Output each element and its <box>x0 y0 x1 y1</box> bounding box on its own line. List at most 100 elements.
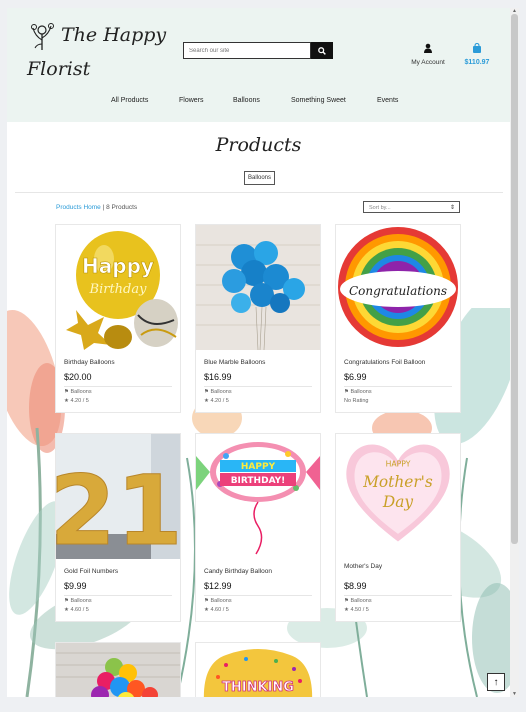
image-text-congratulations: Congratulations <box>349 284 447 298</box>
product-name[interactable]: Gold Foil Numbers <box>64 568 118 575</box>
scrollbar-thumb[interactable] <box>511 14 518 544</box>
product-price: $8.99 <box>344 581 367 591</box>
product-category-label: Balloons <box>70 598 92 604</box>
product-name[interactable]: Congratulations Foil Balloon <box>344 359 425 366</box>
product-category-label: Balloons <box>210 598 232 604</box>
product-price: $6.99 <box>344 372 367 382</box>
image-text-candy-birthday: BIRTHDAY! <box>231 476 286 486</box>
image-text-md-happy: HAPPY <box>386 460 411 469</box>
main-navigation: All Products Flowers Balloons Something … <box>7 97 510 109</box>
image-text-happy: Happy <box>82 254 154 278</box>
nav-flowers[interactable]: Flowers <box>179 97 204 104</box>
product-card[interactable]: Blue Marble Balloons $16.99 ⚑ Balloons ★… <box>195 224 321 413</box>
search-input[interactable] <box>183 42 311 59</box>
image-text-birthday: Birthday <box>89 282 148 297</box>
product-rating-value: 4.50 / 5 <box>350 607 369 613</box>
product-rating-value: 4.20 / 5 <box>210 398 229 404</box>
product-image[interactable]: Happy Birthday <box>56 225 180 350</box>
breadcrumb: Products Home | 8 Products <box>56 204 137 211</box>
product-category[interactable]: ⚑ Balloons <box>204 598 232 604</box>
nav-events[interactable]: Events <box>377 97 398 104</box>
nav-something-sweet[interactable]: Something Sweet <box>291 97 346 104</box>
user-icon <box>424 43 432 53</box>
shopping-bag-icon <box>473 42 481 53</box>
product-image[interactable]: Congratulations <box>336 225 460 350</box>
scroll-down-arrow-icon[interactable]: ▼ <box>511 691 518 697</box>
product-card[interactable]: THINKING <box>195 642 321 697</box>
product-image[interactable]: THINKING <box>196 643 320 697</box>
product-rating: ★ 4.60 / 5 <box>204 607 229 613</box>
card-divider <box>64 595 172 596</box>
product-category-label: Balloons <box>350 389 372 395</box>
image-text-candy-happy: HAPPY <box>241 462 276 472</box>
arrow-up-icon: ↑ <box>493 677 499 688</box>
search-button[interactable] <box>311 42 333 59</box>
product-card[interactable]: Happy Birthday Birthday Balloons $20.00 … <box>55 224 181 413</box>
flower-logo-icon <box>31 23 54 50</box>
search-form <box>183 42 333 59</box>
browser-viewport: The Happy Florist My Account <box>7 8 510 697</box>
product-card[interactable] <box>55 642 181 697</box>
card-divider <box>344 595 452 596</box>
sort-select[interactable]: Sort by... ⇕ <box>363 201 460 213</box>
card-divider <box>344 386 452 387</box>
sort-selected-value: Sort by... <box>369 205 391 211</box>
product-rating-value: 4.60 / 5 <box>70 607 89 613</box>
product-image[interactable]: HAPPY BIRTHDAY! <box>196 434 320 559</box>
product-name[interactable]: Candy Birthday Balloon <box>204 568 272 575</box>
product-price: $16.99 <box>204 372 232 382</box>
product-price: $9.99 <box>64 581 87 591</box>
product-rating: No Rating <box>344 398 368 404</box>
brand-name-line1: The Happy <box>61 24 167 46</box>
my-account-link[interactable]: My Account <box>403 40 453 66</box>
product-image[interactable]: HAPPY Mother's Day <box>336 434 460 554</box>
product-rating: ★ 4.20 / 5 <box>204 398 229 404</box>
product-category-label: Balloons <box>350 598 372 604</box>
back-to-top-button[interactable]: ↑ <box>487 673 505 691</box>
product-card[interactable]: HAPPY BIRTHDAY! Candy Birthday Balloon $… <box>195 433 321 622</box>
search-icon <box>318 47 326 55</box>
product-category-label: Balloons <box>70 389 92 395</box>
nav-all-products[interactable]: All Products <box>111 97 148 104</box>
product-rating-value: 4.60 / 5 <box>210 607 229 613</box>
product-card[interactable]: HAPPY Mother's Day Mother's Day $8.99 ⚑ … <box>335 433 461 622</box>
product-category-label: Balloons <box>210 389 232 395</box>
page-title: Products <box>215 134 302 156</box>
image-text-number: 21 <box>56 455 180 559</box>
product-image[interactable] <box>56 643 180 697</box>
card-divider <box>204 386 312 387</box>
product-image[interactable] <box>196 225 320 350</box>
divider <box>15 192 503 193</box>
product-count: 8 Products <box>106 204 138 211</box>
product-name[interactable]: Birthday Balloons <box>64 359 115 366</box>
nav-balloons[interactable]: Balloons <box>233 97 260 104</box>
products-home-link[interactable]: Products Home <box>56 204 101 211</box>
product-rating: ★ 4.20 / 5 <box>64 398 89 404</box>
product-rating-value: 4.20 / 5 <box>70 398 89 404</box>
product-rating: ★ 4.50 / 5 <box>344 607 369 613</box>
cart-total: $110.97 <box>464 59 490 66</box>
site-header: The Happy Florist My Account <box>7 8 510 122</box>
product-category[interactable]: ⚑ Balloons <box>64 598 92 604</box>
product-category[interactable]: ⚑ Balloons <box>344 389 372 395</box>
product-card[interactable]: 21 Gold Foil Numbers $9.99 ⚑ Balloons ★ … <box>55 433 181 622</box>
product-name[interactable]: Blue Marble Balloons <box>204 359 265 366</box>
product-rating-value: No Rating <box>344 398 369 404</box>
product-card[interactable]: Congratulations Congratulations Foil Bal… <box>335 224 461 413</box>
category-filter-badge[interactable]: Balloons <box>244 171 276 185</box>
brand-name-line2: Florist <box>27 58 91 80</box>
page-scrollbar[interactable]: ▲ ▼ <box>510 8 519 697</box>
product-image[interactable]: 21 <box>56 434 180 559</box>
product-category[interactable]: ⚑ Balloons <box>64 389 92 395</box>
cart-link[interactable]: $110.97 <box>462 40 492 66</box>
select-arrows-icon: ⇕ <box>449 205 455 211</box>
product-name[interactable]: Mother's Day <box>344 563 382 570</box>
product-price: $12.99 <box>204 581 232 591</box>
my-account-label: My Account <box>411 59 445 66</box>
card-divider <box>204 595 312 596</box>
product-category[interactable]: ⚑ Balloons <box>204 389 232 395</box>
product-category[interactable]: ⚑ Balloons <box>344 598 372 604</box>
image-text-thinking: THINKING <box>222 680 294 695</box>
site-logo[interactable]: The Happy Florist <box>27 22 167 82</box>
product-rating: ★ 4.60 / 5 <box>64 607 89 613</box>
